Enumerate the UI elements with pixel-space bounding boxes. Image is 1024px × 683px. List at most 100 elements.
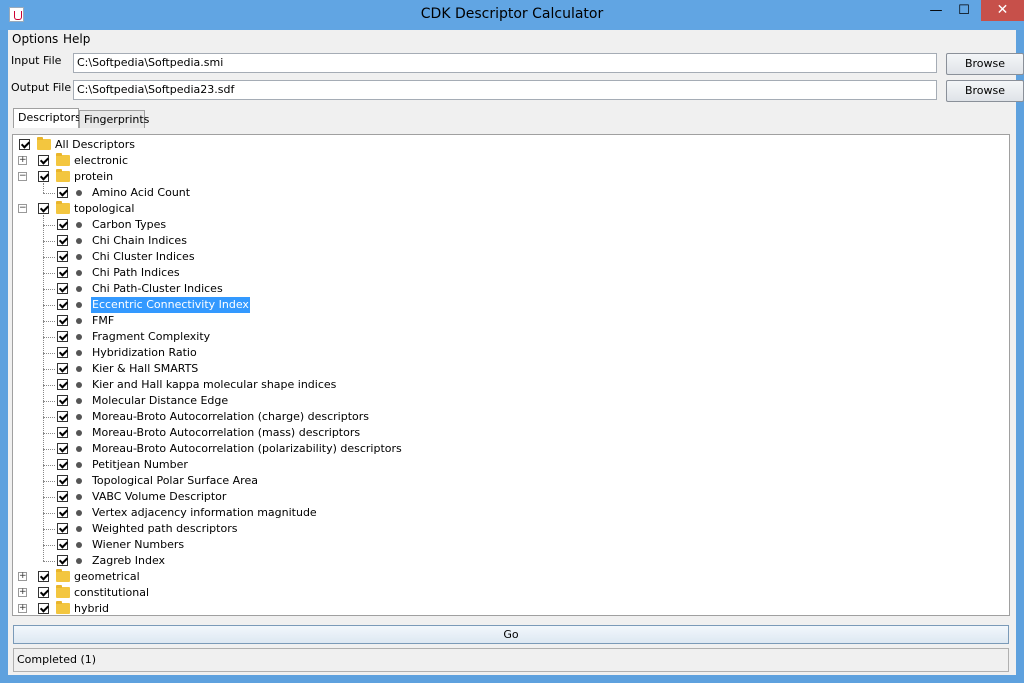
leaf-checkbox[interactable]: [57, 411, 68, 422]
tree-leaf-row[interactable]: Moreau-Broto Autocorrelation (mass) desc…: [13, 425, 613, 441]
folder-checkbox[interactable]: [38, 203, 49, 214]
tree-root[interactable]: All Descriptors: [13, 137, 413, 153]
tree-connector: [43, 369, 55, 370]
tree-leaf-row[interactable]: Molecular Distance Edge: [13, 393, 613, 409]
expand-icon[interactable]: +: [18, 156, 27, 165]
root-checkbox[interactable]: [19, 139, 30, 150]
tree-leaf-row[interactable]: Vertex adjacency information magnitude: [13, 505, 613, 521]
tree-leaf-row[interactable]: Chi Path Indices: [13, 265, 613, 281]
input-browse-button[interactable]: Browse: [946, 53, 1024, 75]
folder-checkbox[interactable]: [38, 603, 49, 614]
leaf-checkbox[interactable]: [57, 283, 68, 294]
tree-connector: [43, 529, 55, 530]
descriptor-label: Kier and Hall kappa molecular shape indi…: [92, 378, 337, 391]
leaf-checkbox[interactable]: [57, 507, 68, 518]
leaf-checkbox[interactable]: [57, 475, 68, 486]
leaf-checkbox[interactable]: [57, 331, 68, 342]
leaf-checkbox[interactable]: [57, 523, 68, 534]
collapse-icon[interactable]: −: [18, 172, 27, 181]
tree-connector: [43, 545, 55, 546]
tree-leaf-row[interactable]: Zagreb Index: [13, 553, 613, 569]
tree-leaf-row[interactable]: FMF: [13, 313, 613, 329]
leaf-checkbox[interactable]: [57, 427, 68, 438]
tree-folder-row[interactable]: + hybrid: [13, 601, 613, 615]
output-file-field[interactable]: C:\Softpedia\Softpedia23.sdf: [73, 80, 937, 100]
leaf-checkbox[interactable]: [57, 299, 68, 310]
leaf-checkbox[interactable]: [57, 363, 68, 374]
tree-leaf-row[interactable]: Eccentric Connectivity Index: [13, 297, 613, 313]
leaf-checkbox[interactable]: [57, 267, 68, 278]
input-file-label: Input File: [11, 54, 62, 67]
tree-leaf-row[interactable]: Hybridization Ratio: [13, 345, 613, 361]
folder-icon: [56, 601, 70, 614]
expand-icon[interactable]: +: [18, 572, 27, 581]
tree-leaf-row[interactable]: Kier and Hall kappa molecular shape indi…: [13, 377, 613, 393]
tree-leaf-row[interactable]: Chi Cluster Indices: [13, 249, 613, 265]
expand-icon[interactable]: +: [18, 604, 27, 613]
folder-checkbox[interactable]: [38, 155, 49, 166]
leaf-checkbox[interactable]: [57, 555, 68, 566]
folder-checkbox[interactable]: [38, 571, 49, 582]
leaf-checkbox[interactable]: [57, 235, 68, 246]
input-file-field[interactable]: C:\Softpedia\Softpedia.smi: [73, 53, 937, 73]
go-button[interactable]: Go: [13, 625, 1009, 644]
tree-folder-row[interactable]: − protein: [13, 169, 613, 185]
tree-leaf-row[interactable]: Moreau-Broto Autocorrelation (polarizabi…: [13, 441, 613, 457]
tab-fingerprints[interactable]: Fingerprints: [79, 110, 149, 128]
tree-leaf-row[interactable]: Chi Path-Cluster Indices: [13, 281, 613, 297]
leaf-checkbox[interactable]: [57, 459, 68, 470]
leaf-checkbox[interactable]: [57, 219, 68, 230]
expand-icon[interactable]: +: [18, 588, 27, 597]
tree-leaf-row[interactable]: Wiener Numbers: [13, 537, 613, 553]
tree-folder-row[interactable]: + electronic: [13, 153, 613, 169]
leaf-checkbox[interactable]: [57, 539, 68, 550]
close-button[interactable]: ✕: [981, 0, 1024, 21]
descriptor-label: Hybridization Ratio: [92, 346, 197, 359]
tree-leaf-row[interactable]: VABC Volume Descriptor: [13, 489, 613, 505]
tree-connector: [43, 417, 55, 418]
leaf-checkbox[interactable]: [57, 491, 68, 502]
tree-connector: [43, 561, 55, 562]
tab-descriptors[interactable]: Descriptors: [13, 108, 81, 128]
descriptor-bullet-icon: [76, 446, 82, 452]
tree-leaf-row[interactable]: Topological Polar Surface Area: [13, 473, 613, 489]
leaf-checkbox[interactable]: [57, 251, 68, 262]
descriptor-label: Kier & Hall SMARTS: [92, 362, 199, 375]
tree-folder-row[interactable]: − topological: [13, 201, 613, 217]
tree-leaf-row[interactable]: Fragment Complexity: [13, 329, 613, 345]
folder-checkbox[interactable]: [38, 171, 49, 182]
descriptor-bullet-icon: [76, 318, 82, 324]
descriptor-bullet-icon: [76, 302, 82, 308]
tree-leaf-row[interactable]: Chi Chain Indices: [13, 233, 613, 249]
leaf-checkbox[interactable]: [57, 187, 68, 198]
descriptor-tree[interactable]: All Descriptors + electronic − protein Amino …: [12, 134, 1010, 616]
leaf-checkbox[interactable]: [57, 443, 68, 454]
menu-help[interactable]: Help: [63, 32, 90, 46]
folder-checkbox[interactable]: [38, 587, 49, 598]
title-bar[interactable]: CDK Descriptor Calculator — ☐ ✕: [0, 0, 1024, 30]
tree-leaf-row[interactable]: Carbon Types: [13, 217, 613, 233]
descriptor-label: Moreau-Broto Autocorrelation (charge) de…: [92, 410, 370, 423]
minimize-button[interactable]: —: [922, 0, 950, 21]
leaf-checkbox[interactable]: [57, 395, 68, 406]
leaf-checkbox[interactable]: [57, 347, 68, 358]
tree-connector: [43, 401, 55, 402]
leaf-checkbox[interactable]: [57, 379, 68, 390]
output-browse-button[interactable]: Browse: [946, 80, 1024, 102]
tree-leaf-row[interactable]: Moreau-Broto Autocorrelation (charge) de…: [13, 409, 613, 425]
descriptor-bullet-icon: [76, 542, 82, 548]
menu-options[interactable]: Options: [12, 32, 58, 46]
collapse-icon[interactable]: −: [18, 204, 27, 213]
descriptor-label: Chi Cluster Indices: [92, 250, 195, 263]
descriptor-bullet-icon: [76, 270, 82, 276]
tree-connector: [43, 289, 55, 290]
tree-leaf-row[interactable]: Petitjean Number: [13, 457, 613, 473]
tree-folder-row[interactable]: + geometrical: [13, 569, 613, 585]
tree-leaf-row[interactable]: Amino Acid Count: [13, 185, 613, 201]
tree-connector: [43, 385, 55, 386]
maximize-button[interactable]: ☐: [950, 0, 978, 21]
tree-leaf-row[interactable]: Kier & Hall SMARTS: [13, 361, 613, 377]
tree-folder-row[interactable]: + constitutional: [13, 585, 613, 601]
leaf-checkbox[interactable]: [57, 315, 68, 326]
tree-leaf-row[interactable]: Weighted path descriptors: [13, 521, 613, 537]
